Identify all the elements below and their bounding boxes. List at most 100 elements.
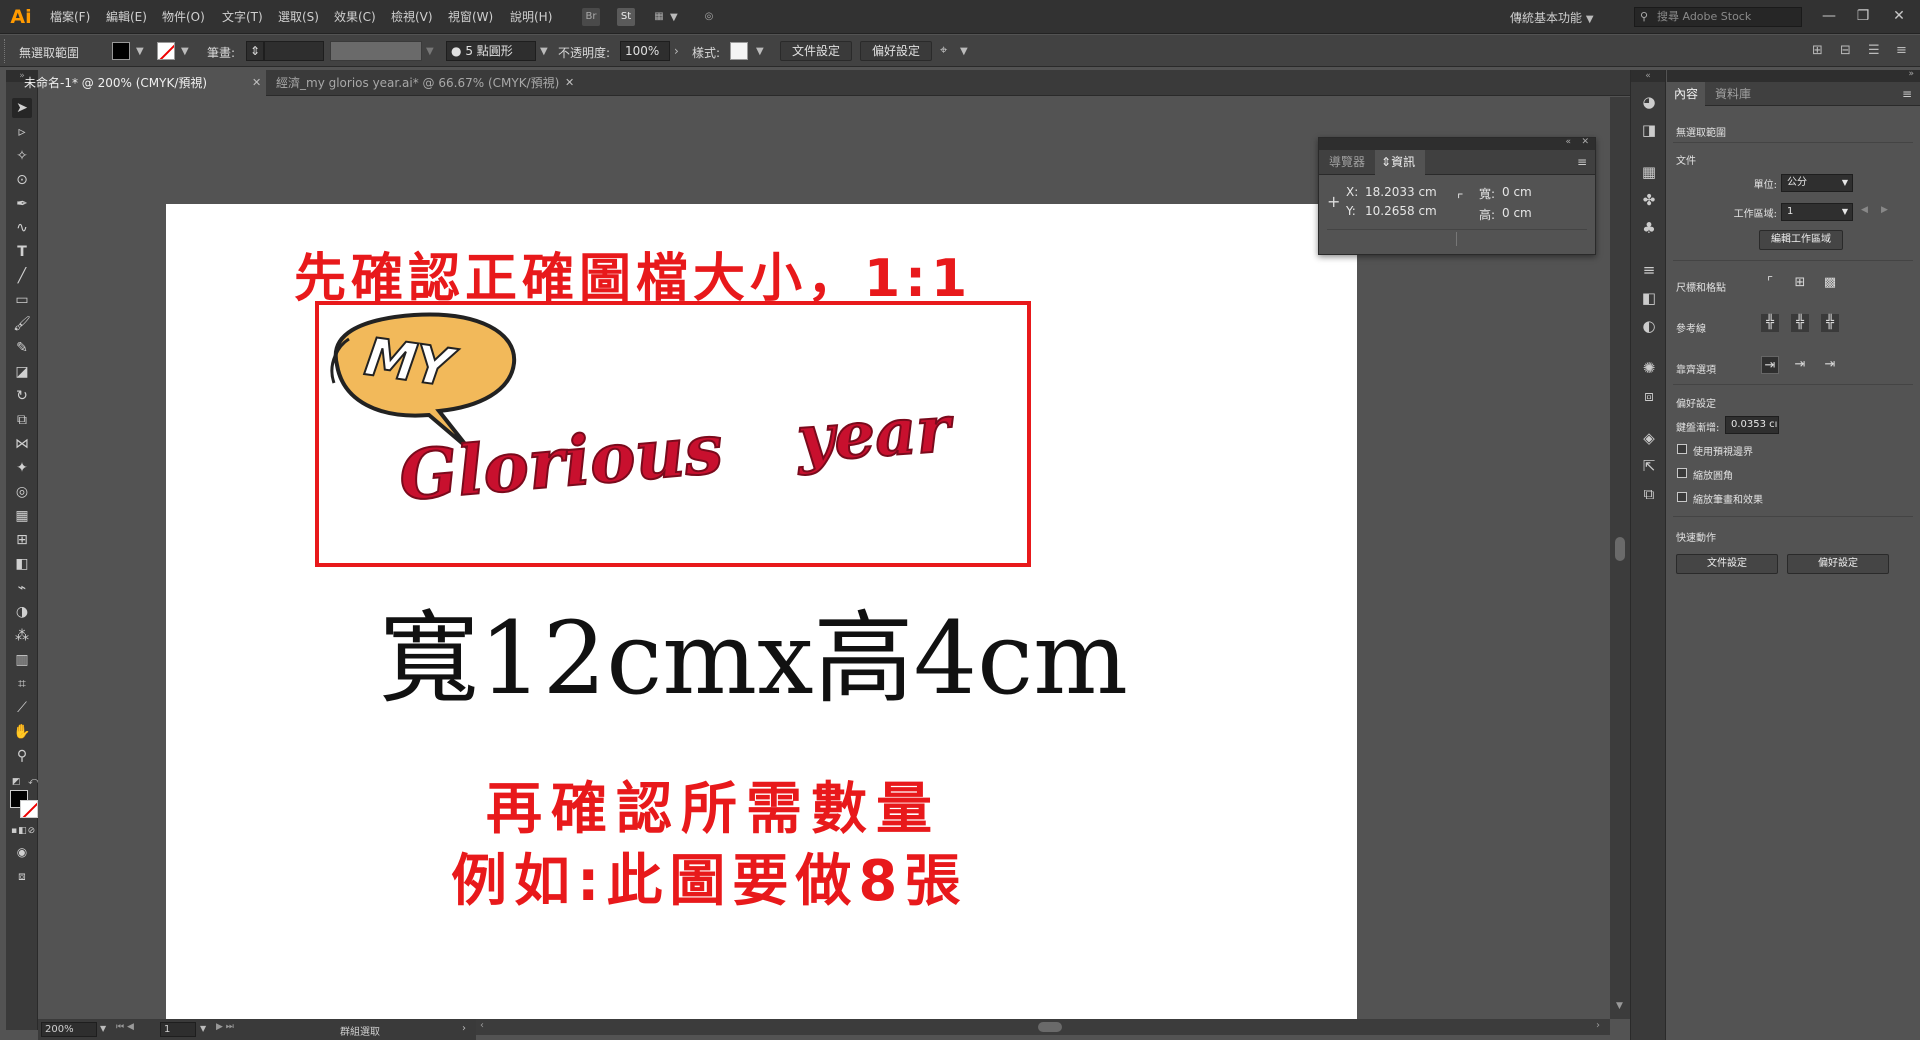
tab-properties[interactable]: 內容 [1667, 82, 1705, 106]
grid-icon[interactable]: ⊞ [1791, 274, 1809, 292]
gradient-tool-icon[interactable]: ◧ [12, 554, 32, 574]
tab-glorios-year[interactable]: 經濟_my glorios year.ai* @ 66.67% (CMYK/預視… [266, 70, 616, 96]
selection-tool-icon[interactable]: ➤ [12, 98, 32, 118]
artboard[interactable]: 先確認正確圖檔大小，1:1 MY Glorious year 寬12cmx高4c… [166, 204, 1357, 1019]
shape-builder-tool-icon[interactable]: ◎ [12, 482, 32, 502]
brush-definition-select[interactable]: ● 5 點圓形 [446, 41, 536, 61]
menu-edit[interactable]: 編輯(E) [106, 9, 147, 25]
collapse-panel-icon[interactable]: » [1908, 69, 1914, 79]
direct-selection-tool-icon[interactable]: ▹ [12, 122, 32, 142]
fill-swatch[interactable] [112, 42, 130, 60]
stock-search-input[interactable]: ⚲ 搜尋 Adobe Stock [1634, 7, 1802, 27]
arrange-documents-icon[interactable]: ▦ [650, 8, 668, 26]
dimension-text[interactable]: 寬12cmx高4cm [379, 604, 1128, 714]
grip-handle[interactable] [4, 39, 8, 63]
chevron-right-icon[interactable]: › [674, 44, 679, 58]
mesh-tool-icon[interactable]: ⊞ [12, 530, 32, 550]
close-icon[interactable]: ✕ [1581, 137, 1589, 147]
lasso-tool-icon[interactable]: ⊙ [12, 170, 32, 190]
align-icon[interactable]: ⊞ [1812, 43, 1823, 58]
chevron-down-icon[interactable]: ▼ [200, 1024, 206, 1033]
edit-artboards-button[interactable]: 編輯工作區域 [1759, 230, 1843, 250]
panel-header[interactable]: » [1667, 69, 1920, 82]
chevron-down-icon[interactable]: ▼ [540, 46, 548, 57]
size-instruction-text[interactable]: 先確認正確圖檔大小，1:1 [294, 236, 972, 311]
line-tool-icon[interactable]: ╱ [12, 266, 32, 286]
menu-effect[interactable]: 效果(C) [334, 9, 376, 25]
transform-icon[interactable]: ⊟ [1840, 43, 1851, 58]
artboard-tool-icon[interactable]: ⌗ [12, 674, 32, 694]
chevron-down-icon[interactable]: ▼ [426, 46, 434, 57]
use-preview-bounds-checkbox[interactable] [1677, 444, 1687, 454]
artboards-panel-icon[interactable]: ⧉ [1639, 484, 1659, 504]
pen-tool-icon[interactable]: ✒ [12, 194, 32, 214]
symbols-panel-icon[interactable]: ♣ [1639, 218, 1659, 238]
brushes-panel-icon[interactable]: ✤ [1639, 190, 1659, 210]
rotate-tool-icon[interactable]: ↻ [12, 386, 32, 406]
default-colors-icon[interactable]: ◩ [12, 777, 21, 787]
menu-help[interactable]: 說明(H) [510, 9, 552, 25]
stroke-weight-stepper[interactable]: ⇕ [246, 41, 264, 61]
gpu-performance-icon[interactable]: ◎ [700, 8, 718, 26]
chevron-down-icon[interactable]: ▼ [181, 46, 189, 57]
vertical-scrollbar[interactable]: ▼ [1610, 97, 1630, 1019]
eraser-tool-icon[interactable]: ◪ [12, 362, 32, 382]
stroke-panel-icon[interactable]: ≡ [1639, 260, 1659, 280]
chevron-down-icon[interactable]: ▼ [670, 12, 678, 23]
asset-export-icon[interactable]: ⇱ [1639, 456, 1659, 476]
symbol-sprayer-tool-icon[interactable]: ⁂ [12, 626, 32, 646]
menu-type[interactable]: 文字(T) [222, 9, 263, 25]
scroll-thumb[interactable] [1038, 1022, 1062, 1032]
tab-libraries[interactable]: 資料庫 [1715, 82, 1751, 106]
layers-panel-icon[interactable]: ◈ [1639, 428, 1659, 448]
close-icon[interactable]: ✕ [565, 70, 574, 96]
shaper-tool-icon[interactable]: ✎ [12, 338, 32, 358]
panel-menu-icon[interactable]: ≡ [1577, 150, 1587, 175]
stroke-swatch[interactable] [157, 42, 175, 60]
paintbrush-tool-icon[interactable]: 🖌 [12, 314, 32, 334]
color-mode-icons[interactable]: ▪◧⊘ [11, 826, 36, 836]
previous-artboard-icon[interactable]: ◀ [1861, 205, 1868, 215]
menu-select[interactable]: 選取(S) [278, 9, 319, 25]
horizontal-scrollbar[interactable]: ‹ › [476, 1019, 1610, 1035]
opacity-input[interactable]: 100% [620, 41, 670, 61]
stroke-weight-input[interactable] [264, 41, 324, 61]
next-artboard-icon[interactable]: ▶ [1881, 205, 1888, 215]
stock-button[interactable]: St [617, 8, 635, 26]
last-artboard-icon[interactable]: ▶ ⏭ [216, 1022, 234, 1032]
snap-to-point-icon[interactable]: ⇥ [1761, 356, 1779, 374]
units-select[interactable]: 公分 ▼ [1781, 174, 1853, 192]
chevron-down-icon[interactable]: ▼ [136, 46, 144, 57]
hand-tool-icon[interactable]: ✋ [12, 722, 32, 742]
curvature-tool-icon[interactable]: ∿ [12, 218, 32, 238]
workspace-switcher[interactable]: 傳統基本功能 ▼ [1510, 9, 1594, 26]
type-tool-icon[interactable]: T [12, 242, 32, 262]
quick-document-setup-button[interactable]: 文件設定 [1676, 554, 1778, 574]
zoom-input[interactable]: 200% [41, 1022, 97, 1037]
width-tool-icon[interactable]: ⋈ [12, 434, 32, 454]
restore-button[interactable]: ❐ [1852, 6, 1874, 26]
menu-view[interactable]: 檢視(V) [391, 9, 433, 25]
preferences-button[interactable]: 偏好設定 [860, 41, 932, 61]
document-setup-button[interactable]: 文件設定 [780, 41, 852, 61]
logo-bounding-frame[interactable]: MY Glorious year [315, 301, 1031, 567]
zoom-tool-icon[interactable]: ⚲ [12, 746, 32, 766]
quantity-instruction-text[interactable]: 再確認所需數量 [486, 764, 941, 845]
perspective-grid-tool-icon[interactable]: ▦ [12, 506, 32, 526]
close-window-button[interactable]: ✕ [1888, 6, 1910, 26]
ruler-icon[interactable]: ⌜ [1761, 274, 1779, 292]
color-panel-icon[interactable]: ◕ [1639, 92, 1659, 112]
artboard-number-input[interactable]: 1 [160, 1022, 196, 1037]
puppet-warp-tool-icon[interactable]: ✦ [12, 458, 32, 478]
panel-menu-icon[interactable]: ≡ [1896, 43, 1907, 58]
chevron-down-icon[interactable]: ▼ [1616, 1001, 1623, 1011]
screen-mode-icon[interactable]: ⧈ [12, 866, 32, 886]
show-guides-icon[interactable]: ╬ [1761, 314, 1779, 332]
stroke-color-box[interactable] [20, 800, 38, 818]
rectangle-tool-icon[interactable]: ▭ [12, 290, 32, 310]
minimize-button[interactable]: — [1818, 6, 1840, 26]
lock-guides-icon[interactable]: ╬ [1791, 314, 1809, 332]
chevron-down-icon[interactable]: ▼ [756, 46, 764, 57]
bridge-button[interactable]: Br [582, 8, 600, 26]
scroll-thumb[interactable] [1615, 537, 1625, 561]
